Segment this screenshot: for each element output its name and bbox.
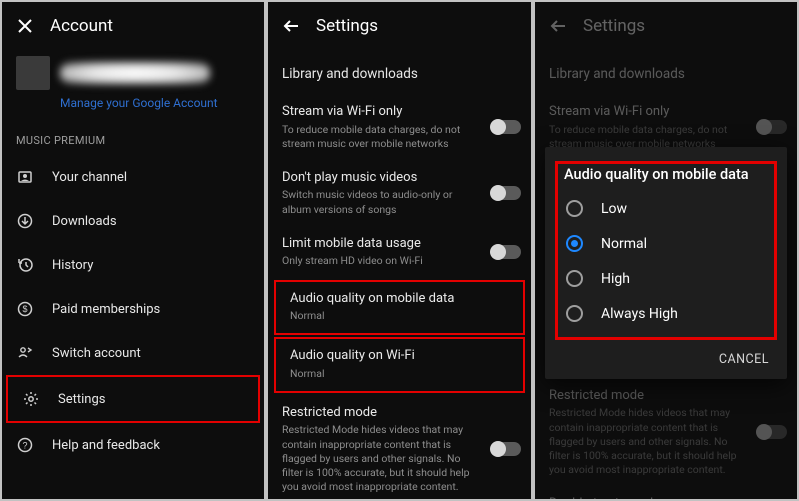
radio-icon[interactable]: [566, 200, 583, 217]
setting-stream-wifi[interactable]: Stream via Wi-Fi only To reduce mobile d…: [268, 94, 531, 160]
radio-option-always-high[interactable]: Always High: [558, 296, 774, 331]
radio-icon[interactable]: [566, 305, 583, 322]
menu-paid-memberships[interactable]: $ Paid memberships: [2, 287, 264, 331]
setting-desc: Restricted Mode hides videos that may co…: [282, 423, 483, 494]
settings-title: Settings: [316, 16, 378, 36]
toggle-switch[interactable]: [491, 442, 521, 456]
settings-title: Settings: [583, 16, 645, 36]
manage-account-link[interactable]: Manage your Google Account: [2, 92, 264, 122]
setting-desc: Normal: [290, 309, 475, 323]
menu-your-channel[interactable]: Your channel: [2, 155, 264, 199]
setting-desc: Switch music videos to audio-only or alb…: [282, 188, 483, 216]
profile-row[interactable]: [2, 50, 264, 92]
toggle-switch: [757, 120, 787, 134]
menu-label: Help and feedback: [52, 438, 160, 453]
dollar-icon: $: [16, 300, 34, 318]
section-library-downloads: Library and downloads: [535, 50, 797, 94]
settings-header: Settings: [535, 2, 797, 50]
radio-icon[interactable]: [566, 270, 583, 287]
setting-audio-wifi[interactable]: Audio quality on Wi-Fi Normal: [276, 339, 523, 391]
menu-label: Settings: [58, 392, 105, 407]
account-header: Account: [2, 2, 264, 50]
setting-label: Double-tap to seek: [549, 495, 749, 501]
section-library-downloads: Library and downloads: [268, 50, 531, 94]
radio-option-normal[interactable]: Normal: [558, 226, 774, 261]
setting-label: Stream via Wi-Fi only: [549, 103, 749, 121]
setting-desc: To reduce mobile data charges, do not st…: [282, 123, 483, 151]
settings-panel: Settings Library and downloads Stream vi…: [266, 0, 533, 501]
menu-history[interactable]: History: [2, 243, 264, 287]
menu-downloads[interactable]: Downloads: [2, 199, 264, 243]
menu-help-feedback[interactable]: ? Help and feedback: [2, 423, 264, 467]
cancel-button[interactable]: CANCEL: [555, 342, 777, 373]
history-icon: [16, 256, 34, 274]
setting-audio-mobile[interactable]: Audio quality on mobile data Normal: [276, 282, 523, 334]
radio-option-high[interactable]: High: [558, 261, 774, 296]
user-icon: [16, 168, 34, 186]
settings-panel-dialog: Settings Library and downloads Stream vi…: [533, 0, 799, 501]
setting-dont-play-videos[interactable]: Don't play music videos Switch music vid…: [268, 160, 531, 226]
radio-label: Always High: [601, 306, 678, 322]
help-icon: ?: [16, 436, 34, 454]
account-panel: Account Manage your Google Account MUSIC…: [0, 0, 266, 501]
svg-text:?: ?: [22, 441, 27, 451]
highlight-box-settings: Settings: [6, 375, 260, 423]
menu-label: Switch account: [52, 346, 141, 361]
section-label: MUSIC PREMIUM: [2, 122, 264, 155]
setting-label: Audio quality on Wi-Fi: [290, 347, 475, 365]
highlight-box-audio-wifi: Audio quality on Wi-Fi Normal: [274, 337, 525, 393]
audio-quality-dialog: Audio quality on mobile data Low Normal …: [545, 147, 787, 379]
setting-limit-data[interactable]: Limit mobile data usage Only stream HD v…: [268, 226, 531, 278]
avatar: [16, 56, 50, 90]
setting-label: Audio quality on mobile data: [290, 290, 475, 308]
settings-header: Settings: [268, 2, 531, 50]
setting-label: Restricted mode: [282, 404, 483, 422]
gear-icon: [22, 390, 40, 408]
radio-label: Low: [601, 201, 627, 217]
setting-double-tap: Double-tap to seek: [535, 486, 797, 501]
highlight-box-dialog: Audio quality on mobile data Low Normal …: [555, 161, 777, 340]
toggle-switch: [757, 425, 787, 439]
setting-label: Stream via Wi-Fi only: [282, 103, 483, 121]
toggle-switch[interactable]: [491, 245, 521, 259]
swap-icon: [16, 344, 34, 362]
radio-label: Normal: [601, 236, 647, 252]
close-icon[interactable]: [16, 17, 34, 35]
highlight-box-audio-mobile: Audio quality on mobile data Normal: [274, 280, 525, 336]
setting-desc: Restricted Mode hides videos that may co…: [549, 406, 749, 477]
menu-label: Downloads: [52, 214, 117, 229]
back-icon[interactable]: [282, 17, 300, 35]
dialog-title: Audio quality on mobile data: [558, 164, 774, 191]
setting-label: Restricted mode: [549, 387, 749, 405]
menu-switch-account[interactable]: Switch account: [2, 331, 264, 375]
download-icon: [16, 212, 34, 230]
menu-label: History: [52, 258, 93, 273]
account-name-redacted: [60, 62, 210, 84]
menu-settings[interactable]: Settings: [8, 377, 258, 421]
setting-label: Limit mobile data usage: [282, 235, 483, 253]
svg-text:$: $: [22, 304, 27, 314]
setting-desc: Normal: [290, 367, 475, 381]
toggle-switch[interactable]: [491, 186, 521, 200]
menu-label: Your channel: [52, 170, 127, 185]
radio-option-low[interactable]: Low: [558, 191, 774, 226]
setting-restricted-mode: Restricted mode Restricted Mode hides vi…: [535, 378, 797, 486]
setting-desc: Only stream HD video on Wi-Fi: [282, 254, 483, 268]
radio-label: High: [601, 271, 630, 287]
back-icon: [549, 17, 567, 35]
toggle-switch[interactable]: [491, 120, 521, 134]
menu-label: Paid memberships: [52, 302, 160, 317]
setting-label: Don't play music videos: [282, 169, 483, 187]
setting-restricted-mode[interactable]: Restricted mode Restricted Mode hides vi…: [268, 395, 531, 501]
account-title: Account: [50, 16, 113, 36]
radio-icon[interactable]: [566, 235, 583, 252]
